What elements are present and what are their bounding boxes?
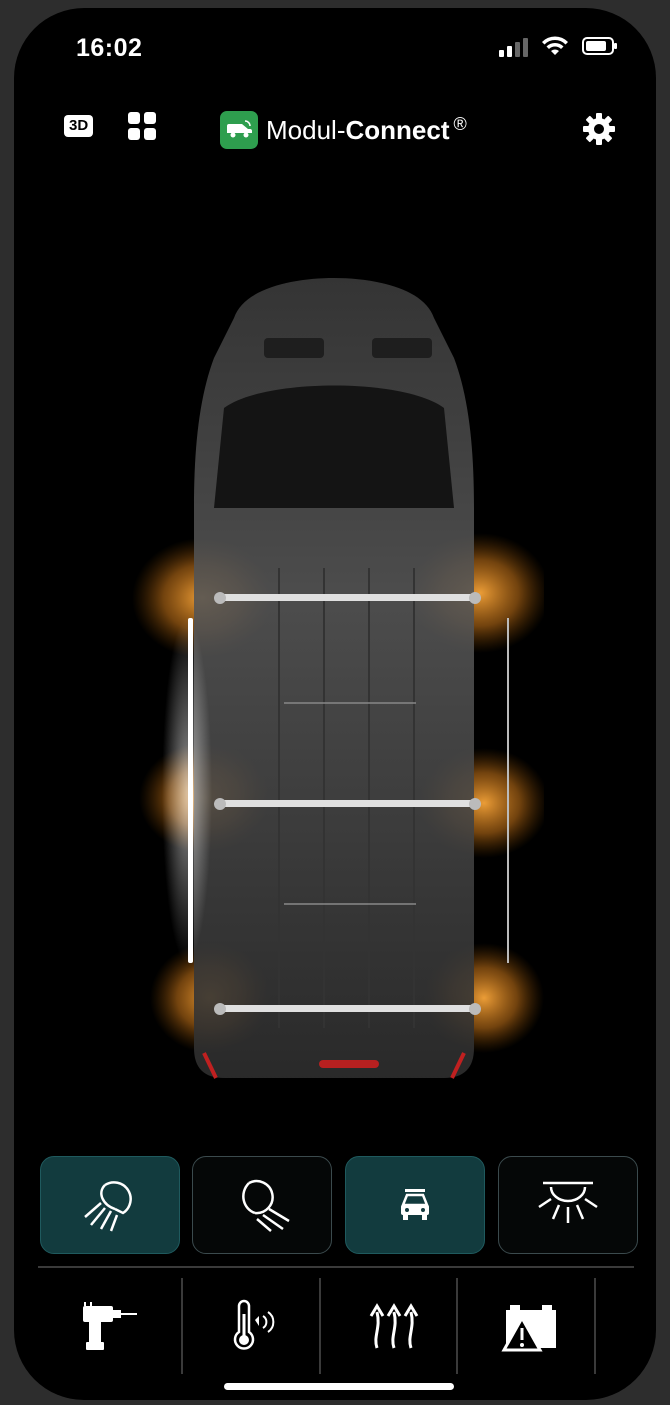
gear-icon[interactable] — [582, 112, 616, 146]
headlight-dim-icon — [242, 1179, 290, 1232]
thermometer-icon — [233, 1299, 275, 1350]
app-header: 3D Modul-Connect ® — [14, 104, 656, 154]
3d-view-toggle[interactable]: 3D — [64, 115, 94, 137]
windshield — [214, 385, 454, 508]
cellular-signal-icon — [499, 35, 528, 57]
phone-screen: 16:02 3D Modul-Connect ® — [14, 8, 656, 1400]
hood-vent-left — [264, 338, 324, 358]
home-indicator[interactable] — [224, 1383, 454, 1390]
airflow-arrows-icon — [369, 1303, 419, 1349]
status-icons — [499, 35, 618, 57]
drill-tool-button[interactable] — [38, 1276, 174, 1376]
vehicle-lights-mode-button[interactable] — [345, 1156, 485, 1254]
tool-separator — [319, 1278, 321, 1374]
tool-row — [38, 1276, 628, 1376]
tool-separator — [594, 1278, 596, 1374]
registered-mark: ® — [453, 113, 467, 134]
drill-icon — [83, 1302, 137, 1350]
grid-icon[interactable] — [128, 112, 158, 142]
brand-title: Modul-Connect ® — [266, 113, 467, 146]
van-logo-icon — [220, 111, 258, 149]
white-glow-left — [162, 618, 212, 963]
ceiling-lamp-icon — [538, 1181, 598, 1223]
status-time: 16:02 — [76, 34, 143, 62]
battery-warning-tool-button[interactable] — [463, 1276, 599, 1376]
tool-separator — [456, 1278, 458, 1374]
ceiling-light-mode-button[interactable] — [498, 1156, 638, 1254]
white-light-bar-left — [188, 618, 193, 963]
temperature-tool-button[interactable] — [188, 1276, 324, 1376]
vehicle-view — [124, 268, 550, 1088]
work-light-mode-button[interactable] — [40, 1156, 180, 1254]
brand-name-regular: Modul- — [266, 114, 346, 145]
car-roof-rack-icon — [401, 1189, 429, 1220]
light-mode-row — [40, 1156, 656, 1254]
tool-separator — [181, 1278, 183, 1374]
rear-brake-light — [319, 1060, 379, 1068]
section-divider — [38, 1266, 634, 1268]
wifi-icon — [540, 35, 570, 57]
brand-name-bold: Connect — [345, 114, 450, 145]
app-brand: Modul-Connect ® — [220, 111, 467, 149]
hood-vent-right — [372, 338, 432, 358]
headlight-icon — [84, 1181, 132, 1232]
low-beam-mode-button[interactable] — [192, 1156, 332, 1254]
ventilation-tool-button[interactable] — [326, 1276, 462, 1376]
status-bar: 16:02 — [14, 8, 656, 88]
battery-icon — [582, 36, 618, 56]
white-light-bar-right — [507, 618, 509, 963]
battery-warning-icon — [501, 1305, 556, 1352]
